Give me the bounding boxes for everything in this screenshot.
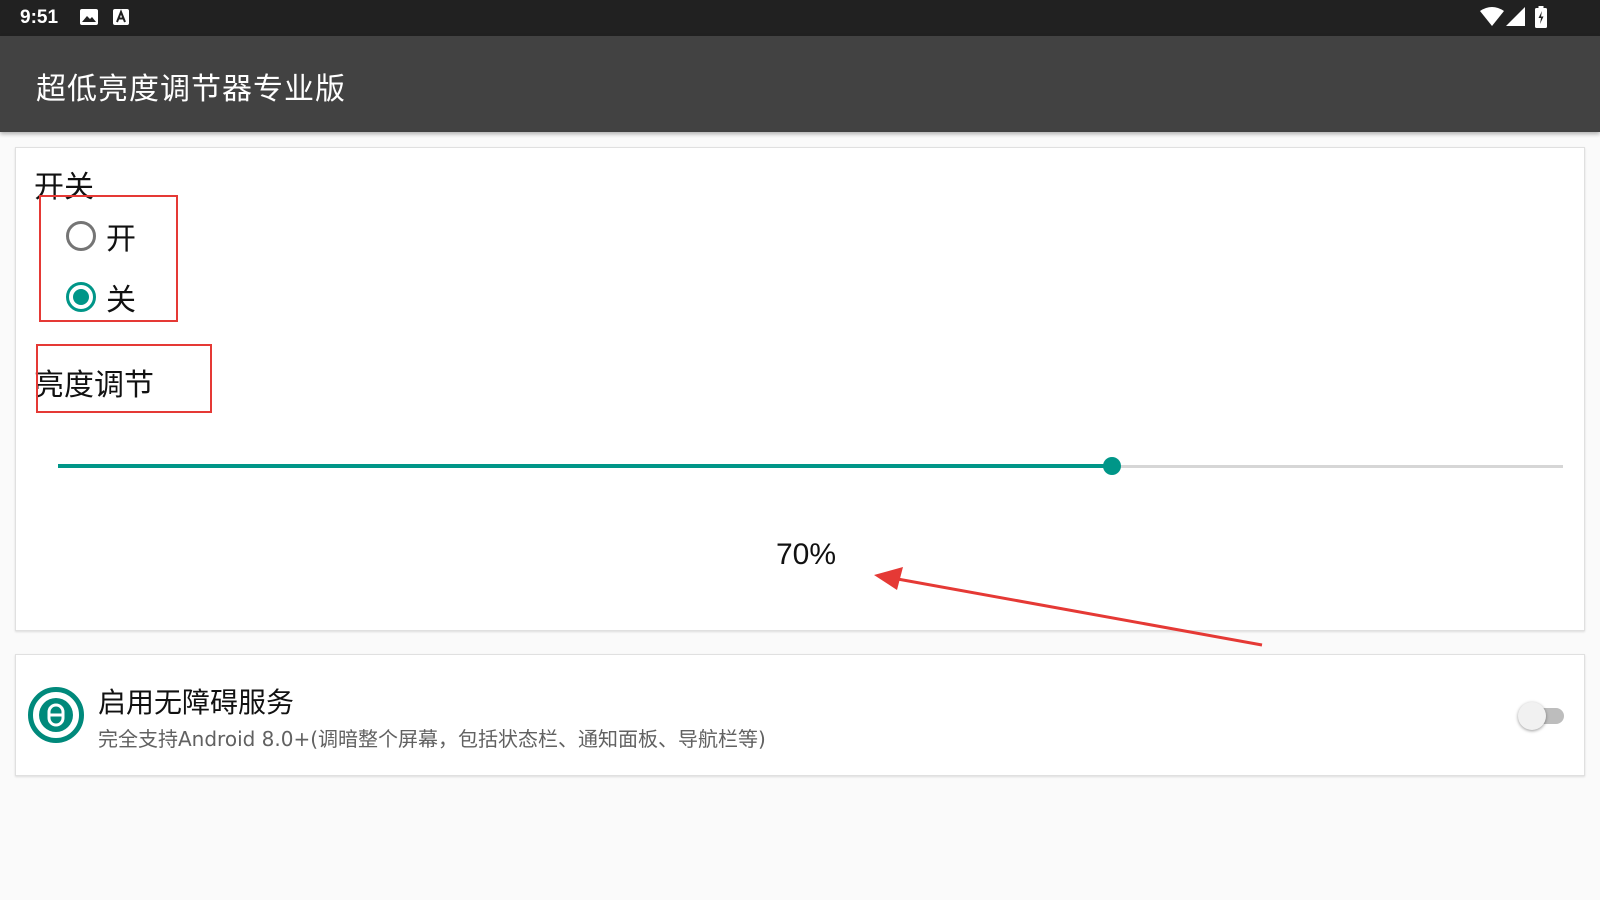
radio-dot	[73, 289, 89, 305]
signal-icon	[1506, 7, 1526, 31]
app-bar: 超低亮度调节器专业版	[0, 36, 1600, 132]
toggle-thumb	[1518, 702, 1546, 730]
radio-on[interactable]: 开	[66, 216, 136, 257]
brightness-percent: 70%	[776, 538, 837, 571]
text-a-icon	[113, 9, 129, 29]
battery-icon	[1535, 6, 1547, 32]
app-title: 超低亮度调节器专业版	[36, 72, 346, 107]
brightness-card: 开关 开 关 亮度调节 70%	[15, 147, 1585, 631]
wifi-icon	[1480, 7, 1504, 31]
service-description: 完全支持Android 8.0+(调暗整个屏幕，包括状态栏、通知面板、导航栏等)	[98, 727, 766, 751]
status-bar: 9:51	[0, 0, 1600, 36]
accessibility-service-card[interactable]: 启用无障碍服务 完全支持Android 8.0+(调暗整个屏幕，包括状态栏、通知…	[15, 654, 1585, 776]
accessibility-service-icon	[28, 687, 84, 743]
slider-fill	[58, 464, 1112, 468]
radio-unchecked-icon	[66, 221, 96, 251]
radio-on-label: 开	[106, 222, 136, 257]
accessibility-toggle[interactable]	[1518, 699, 1564, 733]
status-time: 9:51	[20, 7, 59, 28]
service-title: 启用无障碍服务	[98, 686, 295, 719]
radio-checked-icon	[66, 282, 96, 312]
switch-label: 开关	[34, 170, 94, 205]
image-icon	[80, 9, 98, 29]
brightness-label: 亮度调节	[34, 368, 154, 403]
service-icon-inner	[39, 698, 73, 732]
radio-off[interactable]: 关	[66, 277, 136, 318]
brightness-slider[interactable]	[58, 446, 1563, 486]
radio-off-label: 关	[106, 283, 136, 318]
slider-thumb[interactable]	[1102, 457, 1121, 475]
